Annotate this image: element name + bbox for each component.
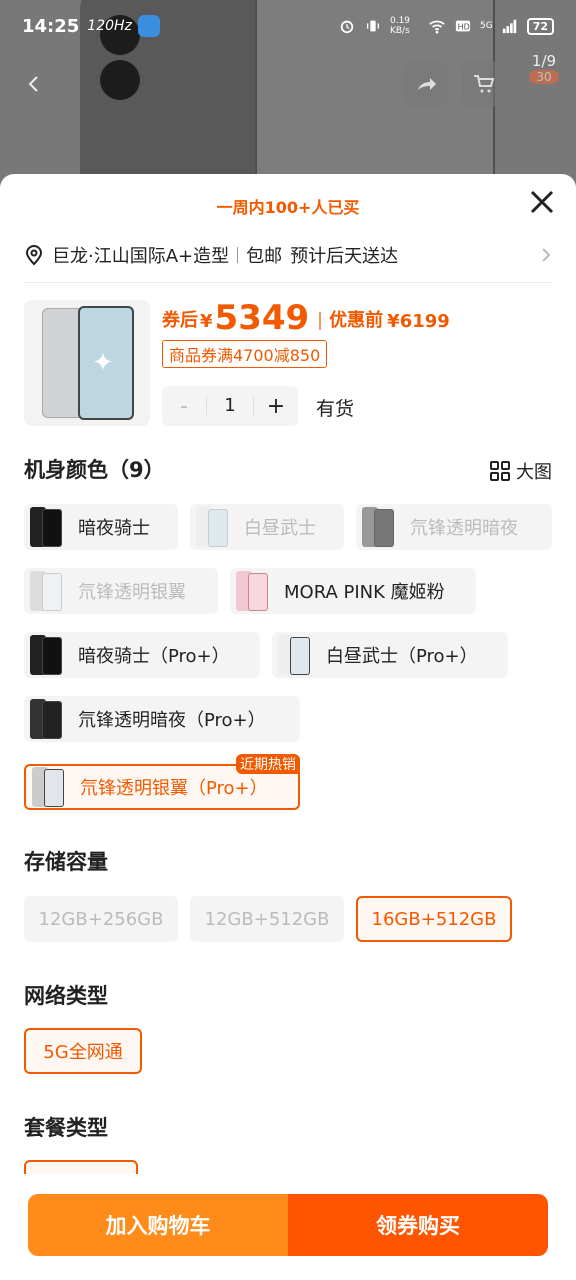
increase-button[interactable]: +: [254, 394, 298, 419]
storage-option-0[interactable]: 12GB+256GB: [24, 896, 178, 942]
package-section-title: 套餐类型: [24, 1116, 108, 1140]
phone-thumbnail-icon: [30, 767, 66, 807]
color-option-label: 氘锋透明暗夜: [410, 518, 518, 539]
storage-option-2[interactable]: 16GB+512GB: [356, 896, 512, 942]
page-indicator-sub: 30: [529, 70, 559, 84]
divider: [24, 282, 552, 283]
storage-section-title: 存储容量: [24, 850, 108, 874]
phone-thumbnail-icon: [28, 507, 64, 547]
currency-symbol: ¥: [200, 311, 213, 332]
location-pin-icon: [25, 245, 43, 266]
color-option-8[interactable]: 氘锋透明银翼（Pro+） 近期热销: [24, 754, 300, 810]
cart-button[interactable]: [462, 62, 506, 106]
color-option-label: 氘锋透明暗夜（Pro+）: [78, 710, 266, 731]
decrease-button[interactable]: -: [162, 394, 206, 419]
status-time: 14:25: [22, 15, 80, 37]
image-page-indicator: 1/9 30: [520, 52, 568, 88]
big-view-button[interactable]: 大图: [490, 458, 552, 484]
wifi-icon: [429, 20, 445, 34]
quantity-value[interactable]: 1: [206, 397, 254, 415]
cart-icon: [474, 75, 495, 93]
network-section-title: 网络类型: [24, 984, 108, 1008]
shipping-text: 包邮: [246, 246, 283, 267]
butterfly-wallpaper-icon: ✦: [92, 348, 114, 378]
after-coupon-label: 券后: [162, 310, 198, 331]
stock-status: 有货: [316, 398, 355, 420]
back-button[interactable]: [12, 62, 56, 106]
refresh-rate: 120Hz: [87, 18, 132, 34]
price-separator: [319, 312, 322, 330]
color-option-6[interactable]: 白昼武士（Pro+）: [272, 632, 508, 678]
color-option-3[interactable]: 氘锋透明银翼: [24, 568, 218, 614]
quantity-stepper: - 1 +: [162, 386, 298, 426]
vibrate-icon: [366, 20, 379, 32]
color-section-title: 机身颜色（9）: [24, 458, 165, 482]
price-row: 券后 ¥ 5349 优惠前 ¥6199: [162, 292, 450, 336]
phone-thumbnail-icon: [360, 507, 396, 547]
before-discount-price: ¥6199: [387, 311, 450, 332]
address-row[interactable]: 巨龙·江山国际A+造型 包邮 预计后天送达: [24, 238, 552, 272]
product-thumbnail[interactable]: ✦: [24, 300, 150, 426]
sold-count-text: 一周内100+人已买: [216, 198, 360, 217]
color-option-label: 氘锋透明银翼: [78, 582, 186, 603]
grid-icon: [490, 461, 510, 481]
color-option-label: 白昼武士: [244, 518, 316, 539]
network-option-0[interactable]: 5G全网通: [24, 1028, 142, 1074]
network-type: 5G: [479, 21, 493, 31]
storage-option-1[interactable]: 12GB+512GB: [190, 896, 344, 942]
hot-sale-badge: 近期热销: [236, 754, 300, 774]
page-indicator-text: 1/9: [531, 52, 557, 70]
delivery-text: 预计后天送达: [290, 246, 399, 267]
color-option-label: MORA PINK 魔姬粉: [284, 582, 445, 603]
weather-icon: [137, 15, 160, 37]
svg-text:HD: HD: [458, 23, 470, 32]
color-option-label: 氘锋透明银翼（Pro+）: [80, 778, 268, 799]
color-option-label: 暗夜骑士: [78, 518, 150, 539]
phone-thumbnail-icon: [276, 635, 312, 675]
color-option-5[interactable]: 暗夜骑士（Pro+）: [24, 632, 260, 678]
add-to-cart-button[interactable]: 加入购物车: [28, 1194, 288, 1256]
before-discount-label: 优惠前: [329, 310, 384, 331]
chevron-left-icon: [28, 76, 38, 92]
color-option-1[interactable]: 白昼武士: [190, 504, 344, 550]
color-option-2[interactable]: 氘锋透明暗夜: [356, 504, 552, 550]
action-bar: 加入购物车 领券购买: [28, 1194, 548, 1256]
address-location: 巨龙·江山国际A+造型: [52, 246, 230, 267]
status-bar: 14:25 120Hz 0.19 KB/s HD 5G 72: [0, 0, 576, 52]
phone-thumbnail-icon: [194, 507, 230, 547]
alarm-icon: [340, 20, 354, 34]
color-option-4[interactable]: MORA PINK 魔姬粉: [230, 568, 476, 614]
color-option-label: 白昼武士（Pro+）: [326, 646, 478, 667]
sku-selector-sheet: 一周内100+人已买 巨龙·江山国际A+造型 包邮 预计后天送达 ✦ 券后 ¥ …: [0, 174, 576, 1280]
phone-thumbnail-icon: [28, 571, 64, 611]
hd-icon: HD: [455, 20, 471, 32]
color-option-0[interactable]: 暗夜骑士: [24, 504, 178, 550]
phone-thumbnail-icon: [28, 635, 64, 675]
price-value: 5349: [214, 298, 310, 338]
close-icon[interactable]: [528, 188, 556, 216]
coupon-tag: 商品券满4700减850: [162, 340, 328, 368]
product-phone-front: ✦: [78, 306, 134, 420]
color-option-7[interactable]: 氘锋透明暗夜（Pro+）: [24, 696, 300, 742]
big-view-label: 大图: [516, 462, 552, 483]
phone-thumbnail-icon: [28, 699, 64, 739]
address-separator: [237, 247, 239, 263]
share-icon: [418, 78, 436, 90]
coupon-buy-button[interactable]: 领券购买: [288, 1194, 548, 1256]
color-option-label: 暗夜骑士（Pro+）: [78, 646, 230, 667]
sheet-header: 一周内100+人已买: [0, 174, 576, 238]
chevron-right-icon: [542, 248, 551, 262]
net-speed: 0.19 KB/s: [389, 16, 411, 36]
battery-indicator: 72: [526, 17, 554, 35]
share-button[interactable]: [404, 62, 448, 106]
signal-icon: [502, 19, 516, 34]
phone-thumbnail-icon: [234, 571, 270, 611]
